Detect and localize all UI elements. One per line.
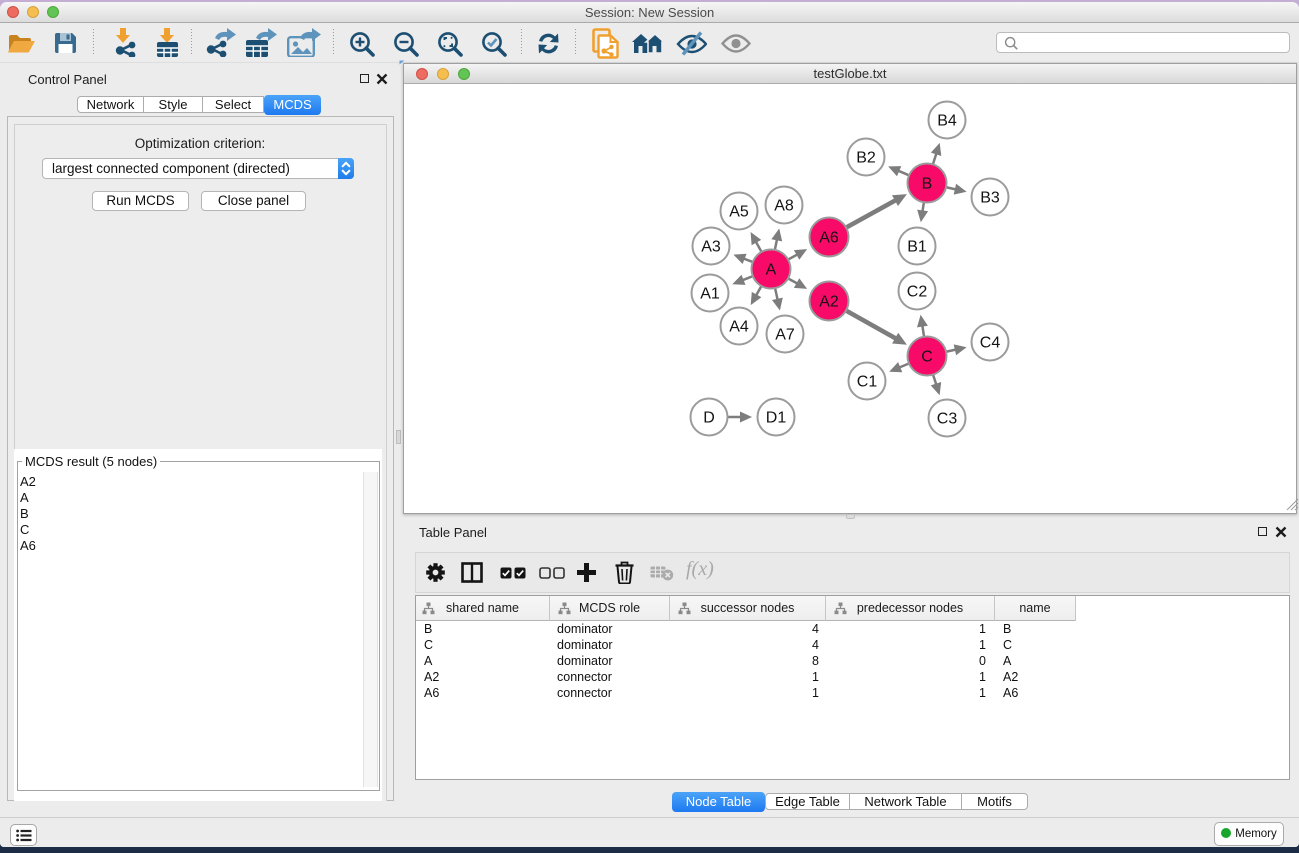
- svg-text:B1: B1: [907, 239, 927, 256]
- svg-text:A: A: [766, 262, 777, 279]
- svg-text:A1: A1: [700, 286, 720, 303]
- svg-text:B3: B3: [980, 190, 1000, 207]
- svg-text:A4: A4: [729, 319, 749, 336]
- svg-text:A3: A3: [701, 239, 721, 256]
- svg-text:A2: A2: [819, 294, 839, 311]
- svg-text:A5: A5: [729, 204, 749, 221]
- svg-text:C3: C3: [937, 411, 958, 428]
- svg-text:A6: A6: [819, 230, 839, 247]
- svg-text:A7: A7: [775, 327, 795, 344]
- svg-text:C1: C1: [857, 374, 878, 391]
- svg-text:D: D: [703, 410, 715, 427]
- svg-text:B2: B2: [856, 150, 876, 167]
- svg-text:D1: D1: [766, 410, 787, 427]
- svg-text:C: C: [921, 349, 933, 366]
- svg-text:A8: A8: [774, 198, 794, 215]
- svg-text:C4: C4: [980, 335, 1001, 352]
- svg-text:C2: C2: [907, 284, 928, 301]
- svg-text:B4: B4: [937, 113, 957, 130]
- svg-text:B: B: [922, 176, 933, 193]
